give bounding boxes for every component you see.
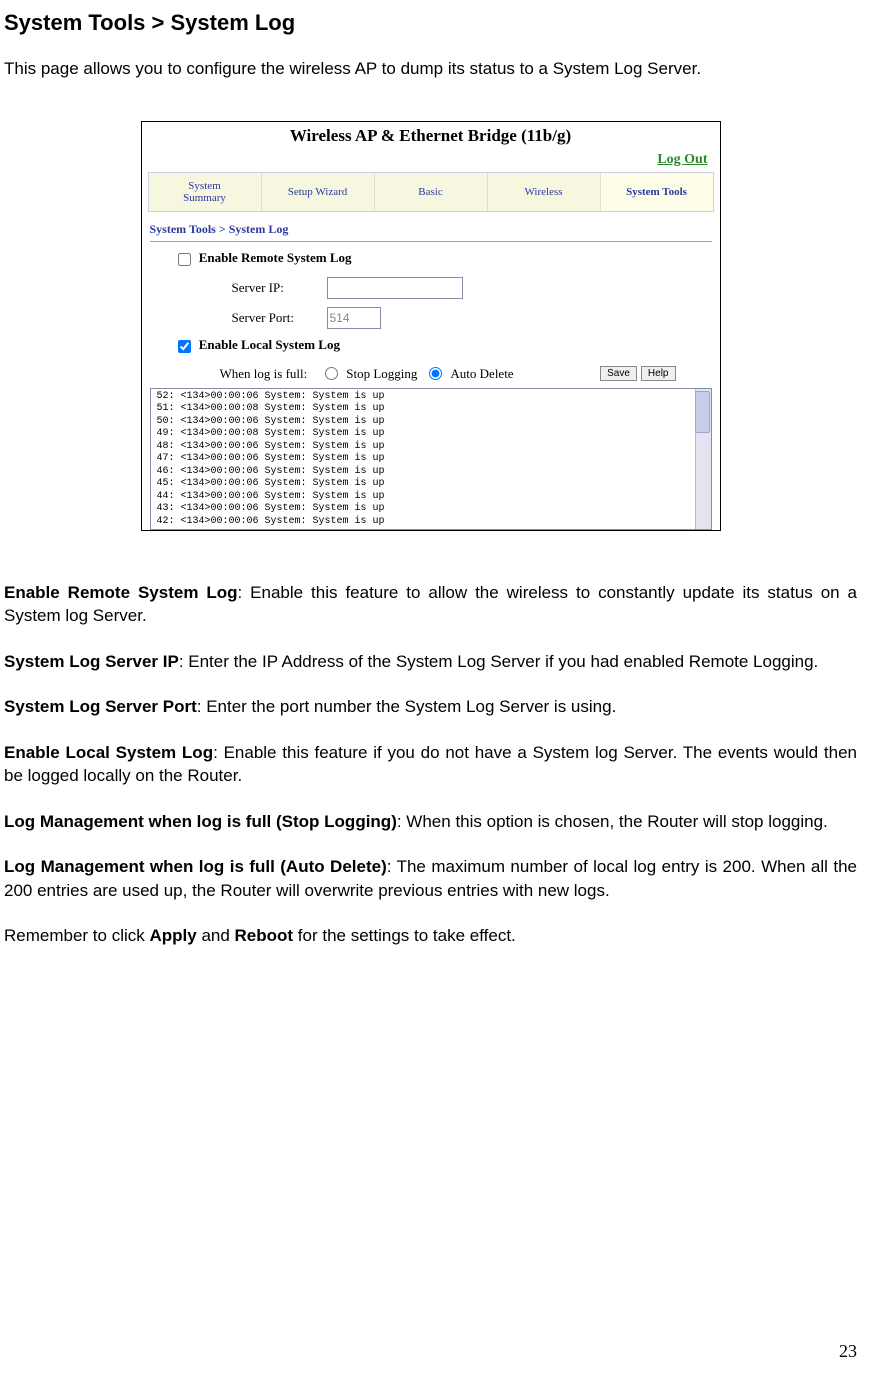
auto-delete-label: Auto Delete xyxy=(450,366,513,382)
desc-apply-reboot: Remember to click Apply and Reboot for t… xyxy=(4,924,857,947)
desc-server-ip: System Log Server IP: Enter the IP Addre… xyxy=(4,650,857,673)
stop-logging-label: Stop Logging xyxy=(346,366,417,382)
auto-delete-radio[interactable] xyxy=(429,367,442,380)
logout-link[interactable]: Log Out xyxy=(657,152,707,167)
log-output: 52: <134>00:00:06 System: System is up 5… xyxy=(150,388,712,530)
device-header: Wireless AP & Ethernet Bridge (11b/g) xyxy=(142,122,720,150)
nav-basic[interactable]: Basic xyxy=(375,173,488,211)
intro-text: This page allows you to configure the wi… xyxy=(4,58,857,81)
log-full-label: When log is full: xyxy=(220,366,308,382)
main-nav: System Summary Setup Wizard Basic Wirele… xyxy=(148,172,714,212)
remote-log-checkbox[interactable] xyxy=(178,253,191,266)
server-ip-input[interactable] xyxy=(327,277,463,299)
server-port-label: Server Port: xyxy=(232,310,327,326)
stop-logging-radio[interactable] xyxy=(325,367,338,380)
save-button[interactable]: Save xyxy=(600,366,637,381)
breadcrumb: System Tools > System Log xyxy=(150,222,712,239)
local-log-checkbox[interactable] xyxy=(178,340,191,353)
server-port-input[interactable] xyxy=(327,307,381,329)
divider xyxy=(150,241,712,242)
help-button[interactable]: Help xyxy=(641,366,676,381)
desc-remote-log: Enable Remote System Log: Enable this fe… xyxy=(4,581,857,628)
local-log-label: Enable Local System Log xyxy=(199,337,340,352)
page-title: System Tools > System Log xyxy=(4,10,857,36)
scrollbar-thumb[interactable] xyxy=(695,391,710,433)
nav-system-tools[interactable]: System Tools xyxy=(601,173,713,211)
desc-server-port: System Log Server Port: Enter the port n… xyxy=(4,695,857,718)
desc-local-log: Enable Local System Log: Enable this fea… xyxy=(4,741,857,788)
screenshot-panel: Wireless AP & Ethernet Bridge (11b/g) Lo… xyxy=(141,121,721,531)
scrollbar[interactable] xyxy=(695,389,711,529)
desc-auto-delete: Log Management when log is full (Auto De… xyxy=(4,855,857,902)
nav-setup-wizard[interactable]: Setup Wizard xyxy=(262,173,375,211)
nav-wireless[interactable]: Wireless xyxy=(488,173,601,211)
page-number: 23 xyxy=(839,1341,857,1362)
remote-log-label: Enable Remote System Log xyxy=(199,250,352,265)
server-ip-label: Server IP: xyxy=(232,280,327,296)
nav-system-summary[interactable]: System Summary xyxy=(149,173,262,211)
desc-stop-logging: Log Management when log is full (Stop Lo… xyxy=(4,810,857,833)
log-lines: 52: <134>00:00:06 System: System is up 5… xyxy=(151,389,711,530)
